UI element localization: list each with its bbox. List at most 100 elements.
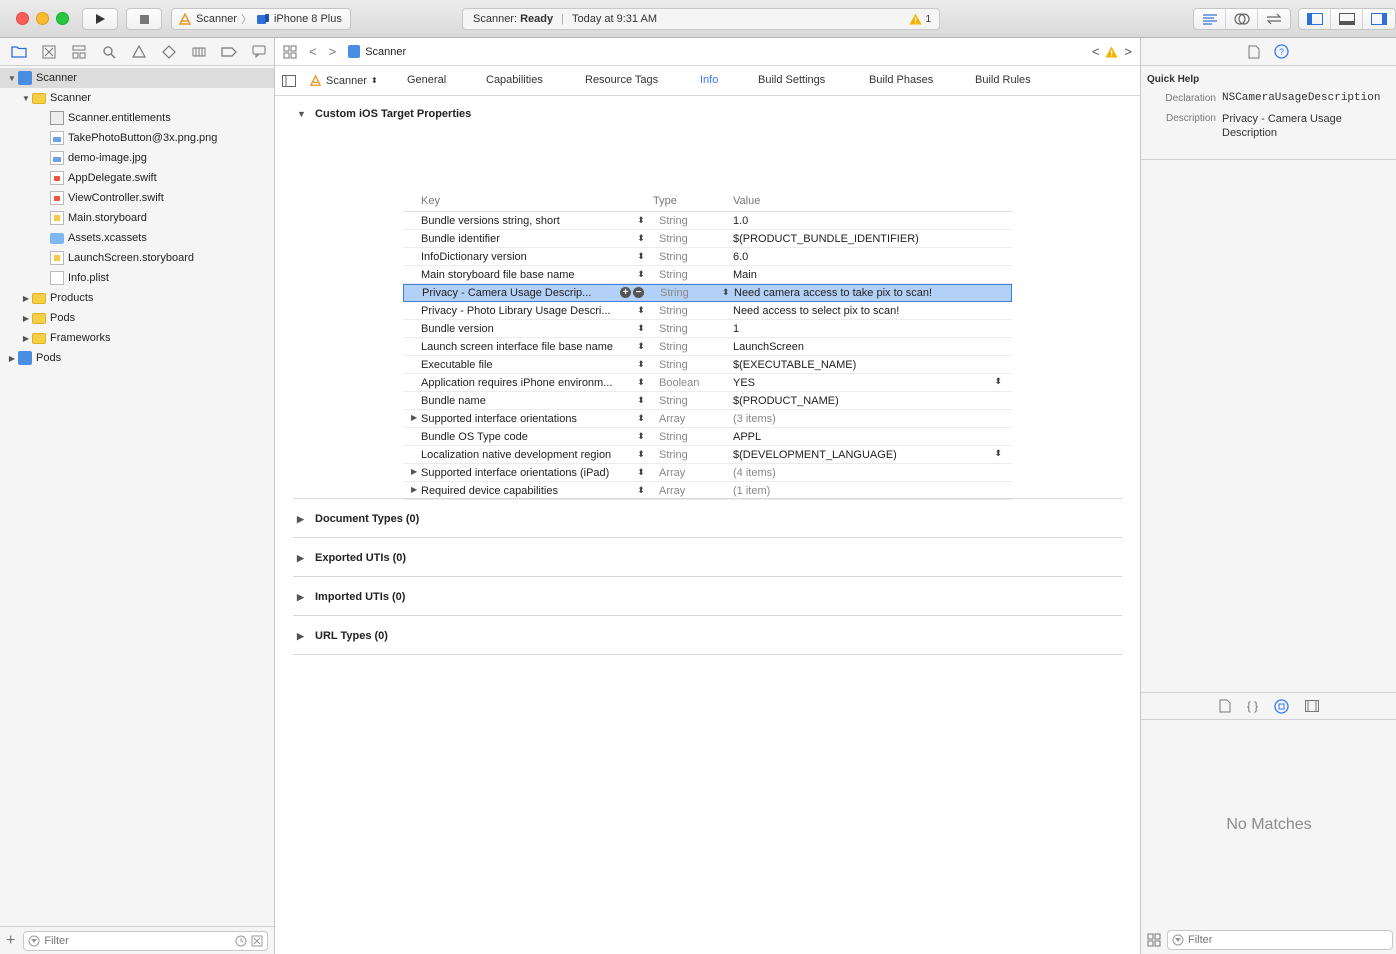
- property-value[interactable]: (1 item): [733, 485, 1012, 497]
- tab-build-phases[interactable]: Build Phases: [869, 74, 933, 86]
- property-type[interactable]: String: [653, 359, 733, 371]
- minimize-window-button[interactable]: [36, 12, 49, 25]
- library-filter-input[interactable]: [1188, 934, 1388, 946]
- tree-item-group-scanner[interactable]: ▼ Scanner: [0, 88, 274, 108]
- related-items-icon[interactable]: [283, 45, 297, 59]
- property-key[interactable]: Main storyboard file base name: [403, 269, 629, 281]
- property-type[interactable]: Array: [653, 413, 733, 425]
- previous-issue-icon[interactable]: <: [1092, 44, 1100, 59]
- table-row[interactable]: ▶ Supported interface orientations ⬍ Array(…: [403, 410, 1012, 428]
- toggle-navigator-button[interactable]: [1299, 9, 1331, 29]
- table-row[interactable]: Privacy - Camera Usage Descrip...⬍String…: [403, 284, 1012, 302]
- key-popup-stepper-icon[interactable]: ⬍: [629, 341, 653, 352]
- key-popup-stepper-icon[interactable]: ⬍: [629, 323, 653, 334]
- add-icon[interactable]: +: [6, 932, 15, 949]
- property-type[interactable]: String: [653, 449, 733, 461]
- property-value[interactable]: $(PRODUCT_BUNDLE_IDENTIFIER): [733, 233, 1012, 245]
- property-type[interactable]: Array: [653, 485, 733, 497]
- standard-editor-button[interactable]: [1194, 9, 1226, 29]
- property-type[interactable]: String: [653, 251, 733, 263]
- property-type[interactable]: Boolean: [653, 377, 733, 389]
- add-row-icon[interactable]: +: [620, 287, 631, 298]
- property-value[interactable]: Need access to select pix to scan!: [733, 305, 1012, 317]
- recent-files-icon[interactable]: [235, 935, 247, 947]
- property-value[interactable]: Need camera access to take pix to scan!: [734, 287, 1011, 299]
- tab-build-rules[interactable]: Build Rules: [975, 74, 1031, 86]
- zoom-window-button[interactable]: [56, 12, 69, 25]
- property-value[interactable]: 1.0: [733, 215, 1012, 227]
- tree-item-file[interactable]: Scanner.entitlements: [0, 108, 274, 128]
- tree-item-group-frameworks[interactable]: ▶ Frameworks: [0, 328, 274, 348]
- disclosure-collapsed-icon[interactable]: ▶: [411, 467, 417, 476]
- property-value[interactable]: APPL: [733, 431, 1012, 443]
- property-key[interactable]: Bundle versions string, short: [403, 215, 629, 227]
- tree-item-file[interactable]: LaunchScreen.storyboard: [0, 248, 274, 268]
- disclosure-collapsed-icon[interactable]: ▶: [297, 592, 307, 603]
- disclosure-expanded-icon[interactable]: ▼: [297, 109, 307, 119]
- property-key[interactable]: InfoDictionary version: [403, 251, 629, 263]
- disclosure-expanded-icon[interactable]: ▼: [6, 74, 18, 83]
- file-template-icon[interactable]: [1219, 699, 1231, 713]
- source-control-filter-icon[interactable]: [251, 935, 263, 947]
- toggle-inspector-button[interactable]: [1363, 9, 1395, 29]
- key-popup-stepper-icon[interactable]: ⬍: [629, 485, 653, 496]
- property-value[interactable]: (3 items): [733, 413, 1012, 425]
- tree-item-file[interactable]: demo-image.jpg: [0, 148, 274, 168]
- value-popup-stepper-icon[interactable]: ⬍: [994, 448, 1002, 459]
- disclosure-collapsed-icon[interactable]: ▶: [20, 334, 32, 343]
- disclosure-collapsed-icon[interactable]: ▶: [411, 485, 417, 494]
- report-navigator-tab[interactable]: [250, 43, 268, 61]
- breakpoint-navigator-tab[interactable]: [220, 43, 238, 61]
- next-issue-icon[interactable]: >: [1124, 44, 1132, 59]
- property-value[interactable]: YES: [733, 377, 1012, 389]
- disclosure-collapsed-icon[interactable]: ▶: [6, 354, 18, 363]
- tab-build-settings[interactable]: Build Settings: [758, 74, 825, 86]
- property-value[interactable]: LaunchScreen: [733, 341, 1012, 353]
- table-row[interactable]: Main storyboard file base name ⬍ String Mai…: [403, 266, 1012, 284]
- disclosure-collapsed-icon[interactable]: ▶: [411, 413, 417, 422]
- tree-item-group-products[interactable]: ▶ Products: [0, 288, 274, 308]
- key-popup-stepper-icon[interactable]: ⬍: [629, 233, 653, 244]
- key-popup-stepper-icon[interactable]: ⬍: [629, 359, 653, 370]
- section-imported-utis[interactable]: ▶ Imported UTIs (0): [297, 591, 405, 603]
- property-value[interactable]: Main: [733, 269, 1012, 281]
- navigator-filter-input[interactable]: [44, 934, 231, 947]
- table-row[interactable]: Bundle identifier ⬍ String $(PRODUCT_BUNDLE…: [403, 230, 1012, 248]
- property-key[interactable]: Bundle version: [403, 323, 629, 335]
- value-popup-stepper-icon[interactable]: ⬍: [994, 376, 1002, 387]
- tab-info[interactable]: Info: [700, 74, 718, 86]
- symbol-navigator-tab[interactable]: [70, 43, 88, 61]
- key-popup-stepper-icon[interactable]: ⬍: [629, 377, 653, 388]
- tree-item-file[interactable]: ViewController.swift: [0, 188, 274, 208]
- property-type[interactable]: String: [653, 323, 733, 335]
- file-inspector-icon[interactable]: [1248, 45, 1260, 59]
- tree-item-group-pods[interactable]: ▶ Pods: [0, 308, 274, 328]
- toggle-debug-area-button[interactable]: [1331, 9, 1363, 29]
- tree-item-file[interactable]: Info.plist: [0, 268, 274, 288]
- property-key[interactable]: ▶ Supported interface orientations (iPad): [403, 467, 629, 479]
- table-row[interactable]: Bundle name ⬍ String $(PRODUCT_NAME): [403, 392, 1012, 410]
- property-type[interactable]: Array: [653, 467, 733, 479]
- tree-item-file[interactable]: AppDelegate.swift: [0, 168, 274, 188]
- table-row[interactable]: Localization native development region ⬍ S…: [403, 446, 1012, 464]
- tree-item-file[interactable]: TakePhotoButton@3x.png.png: [0, 128, 274, 148]
- property-type[interactable]: String: [653, 395, 733, 407]
- property-key[interactable]: ▶ Required device capabilities: [403, 485, 629, 497]
- property-value[interactable]: 1: [733, 323, 1012, 335]
- property-value[interactable]: $(PRODUCT_NAME): [733, 395, 1012, 407]
- disclosure-collapsed-icon[interactable]: ▶: [20, 314, 32, 323]
- tree-item-project-pods[interactable]: ▶ Pods: [0, 348, 274, 368]
- property-type[interactable]: String: [653, 215, 733, 227]
- property-value[interactable]: $(DEVELOPMENT_LANGUAGE): [733, 449, 1012, 461]
- tree-item-project-scanner[interactable]: ▼ Scanner: [0, 68, 274, 88]
- version-editor-button[interactable]: [1258, 9, 1290, 29]
- disclosure-collapsed-icon[interactable]: ▶: [20, 294, 32, 303]
- object-library-icon[interactable]: [1274, 698, 1289, 714]
- property-key[interactable]: Launch screen interface file base name: [403, 341, 629, 353]
- section-custom-properties[interactable]: ▼ Custom iOS Target Properties: [297, 108, 471, 120]
- table-row[interactable]: Bundle OS Type code ⬍ String APPL: [403, 428, 1012, 446]
- table-row[interactable]: Privacy - Photo Library Usage Descri... ⬍…: [403, 302, 1012, 320]
- project-navigator-tab[interactable]: [10, 43, 28, 61]
- disclosure-collapsed-icon[interactable]: ▶: [297, 514, 307, 525]
- find-navigator-tab[interactable]: [100, 43, 118, 61]
